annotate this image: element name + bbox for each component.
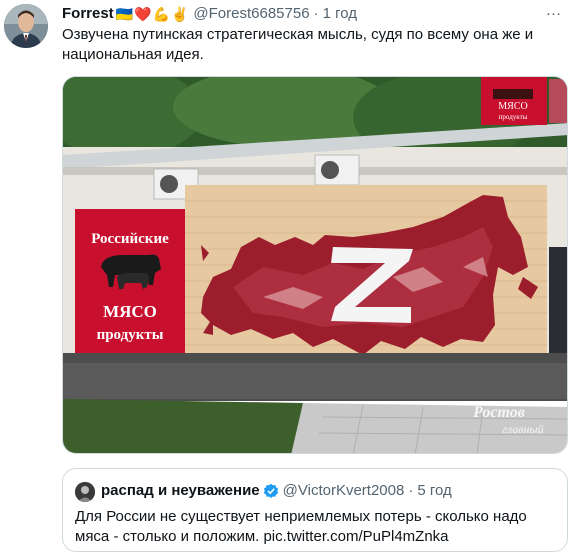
separator-dot: · (313, 5, 319, 22)
avatar-image (4, 4, 48, 48)
quoted-author-handle[interactable]: @VictorKvert2008 (283, 481, 405, 501)
quoted-author-avatar[interactable] (75, 482, 95, 502)
left-sign-line1: Российские (91, 231, 169, 247)
top-sign-line1: МЯСО (498, 101, 527, 112)
left-sign: Российские МЯСО продукты (75, 209, 185, 355)
author-avatar[interactable] (4, 4, 48, 48)
tweet-text: Озвучена путинская стратегическая мысль,… (62, 26, 534, 63)
left-sign-line2: МЯСО (103, 302, 157, 321)
author-emojis: 🇺🇦❤️💪✌️ (115, 6, 190, 22)
quoted-text: Для России не существует неприемлемых по… (75, 508, 527, 545)
tweet-timestamp[interactable]: 1 год (323, 4, 357, 24)
quoted-tweet[interactable]: распад и неуважение @VictorKvert2008 · 5… (62, 468, 568, 552)
tweet-header: Forrest 🇺🇦❤️💪✌️ @Forest6685756 · 1 год (62, 4, 357, 24)
watermark-line1: Ростов (472, 404, 525, 421)
watermark-line2: главный (502, 422, 543, 436)
photo-scene: МЯСО продукты Российские МЯСО продукты Р… (63, 77, 567, 453)
quoted-header: распад и неуважение @VictorKvert2008 · 5… (101, 481, 452, 501)
top-sign-line2: продукты (499, 113, 528, 121)
author-handle[interactable]: @Forest6685756 (193, 4, 309, 24)
tweet[interactable]: Forrest 🇺🇦❤️💪✌️ @Forest6685756 · 1 год …… (0, 0, 579, 560)
quoted-avatar-image (75, 482, 95, 502)
verified-badge-icon (263, 483, 278, 498)
author-name[interactable]: Forrest (62, 4, 114, 24)
quoted-separator-dot: · (408, 482, 414, 499)
tweet-photo[interactable]: МЯСО продукты Российские МЯСО продукты Р… (62, 76, 568, 454)
left-sign-line3: продукты (97, 327, 164, 343)
quoted-timestamp[interactable]: 5 год (417, 481, 451, 501)
quoted-author-name[interactable]: распад и неуважение (101, 481, 260, 501)
more-options-icon[interactable]: … (543, 2, 565, 22)
top-sign: МЯСО продукты (481, 77, 567, 125)
